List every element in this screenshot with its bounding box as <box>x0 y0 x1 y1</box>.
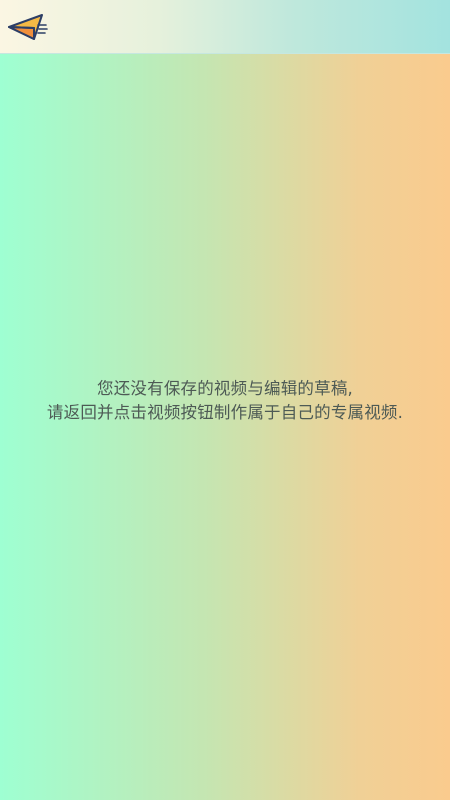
empty-state-line-1: 您还没有保存的视频与编辑的草稿, <box>97 379 353 398</box>
top-bar <box>0 0 450 54</box>
drafts-screen: 您还没有保存的视频与编辑的草稿, 请返回并点击视频按钮制作属于自己的专属视频. <box>0 0 450 800</box>
empty-state-message: 您还没有保存的视频与编辑的草稿, 请返回并点击视频按钮制作属于自己的专属视频. <box>0 377 450 425</box>
paper-plane-back-icon <box>8 14 48 40</box>
empty-state-line-2: 请返回并点击视频按钮制作属于自己的专属视频. <box>46 403 404 422</box>
back-button[interactable] <box>6 11 50 45</box>
